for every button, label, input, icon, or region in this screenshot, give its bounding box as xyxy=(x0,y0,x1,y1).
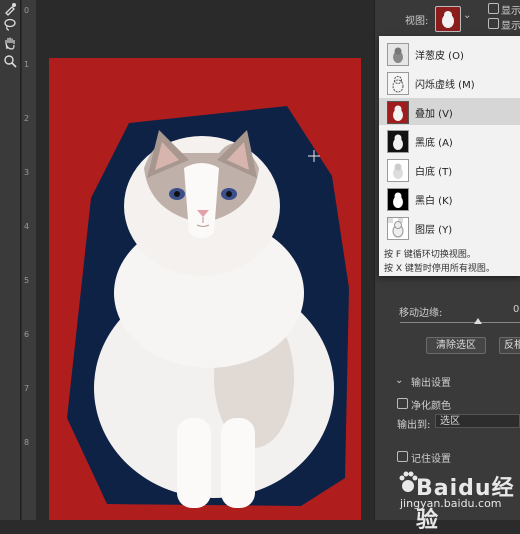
ruler-mark: 4 xyxy=(24,222,30,231)
output-to-label: 输出到: xyxy=(397,420,431,431)
chevron-down-icon[interactable]: ⌄ xyxy=(395,375,403,386)
remember-settings-checkbox[interactable] xyxy=(397,451,408,462)
output-settings-title: 输出设置 xyxy=(411,378,451,389)
show-original-label: 显示 xyxy=(501,21,520,32)
on-black-thumbnail-icon xyxy=(387,130,409,153)
ruler-mark: 2 xyxy=(24,114,30,123)
zoom-icon[interactable] xyxy=(2,54,18,68)
shift-edge-value[interactable]: 0 xyxy=(513,304,519,315)
output-to-select[interactable]: 选区 xyxy=(435,414,520,428)
ruler-mark: 1 xyxy=(24,60,30,69)
view-menu-item-label: 图层 (Y) xyxy=(415,225,453,236)
layer-thumbnail-icon xyxy=(387,217,409,240)
tools-panel xyxy=(0,0,21,520)
view-menu-item[interactable]: 洋葱皮 (O) xyxy=(379,40,520,67)
view-menu-item[interactable]: 图层 (Y) xyxy=(379,214,520,241)
remember-settings-label: 记住设置 xyxy=(411,454,451,465)
watermark-url: jingyan.baidu.com xyxy=(400,497,502,510)
document-canvas[interactable] xyxy=(49,58,361,520)
hand-icon[interactable] xyxy=(2,36,18,50)
view-menu-item-active[interactable]: 叠加 (V) xyxy=(379,98,520,125)
view-menu-item-label: 白底 (T) xyxy=(415,167,453,178)
view-menu-item-label: 叠加 (V) xyxy=(415,109,453,120)
on-white-thumbnail-icon xyxy=(387,159,409,182)
view-menu-item[interactable]: 黑白 (K) xyxy=(379,185,520,212)
decontaminate-checkbox[interactable] xyxy=(397,398,408,409)
ruler-mark: 7 xyxy=(24,384,30,393)
shift-edge-slider[interactable] xyxy=(400,322,520,323)
view-menu-item-label: 黑底 (A) xyxy=(415,138,453,149)
lasso-icon[interactable] xyxy=(2,18,18,32)
view-menu-item[interactable]: 黑底 (A) xyxy=(379,127,520,154)
ruler-mark: 5 xyxy=(24,276,30,285)
view-row: 视图: ⌄ 显示 显示 xyxy=(375,0,520,34)
chevron-down-icon[interactable]: ⌄ xyxy=(463,10,471,21)
view-menu-item[interactable]: 闪烁虚线 (M) xyxy=(379,69,520,96)
view-mode-selector[interactable] xyxy=(435,6,461,32)
overlay-thumbnail-icon xyxy=(442,11,454,28)
canvas-area[interactable] xyxy=(37,0,373,520)
crosshair-cursor-icon xyxy=(308,150,320,162)
view-label: 视图: xyxy=(405,16,429,27)
clear-selection-button[interactable]: 清除选区 xyxy=(426,337,486,354)
show-edge-checkbox[interactable] xyxy=(488,3,499,14)
view-menu-item[interactable]: 白底 (T) xyxy=(379,156,520,183)
baidu-paw-icon xyxy=(399,471,418,492)
onion-skin-thumbnail-icon xyxy=(387,43,409,66)
eyedropper-icon[interactable] xyxy=(2,2,18,16)
ruler-mark: 0 xyxy=(24,6,30,15)
view-menu-item-label: 洋葱皮 (O) xyxy=(415,51,464,62)
overlay-thumbnail-icon xyxy=(387,101,409,124)
decontaminate-label: 净化颜色 xyxy=(411,401,451,412)
black-white-thumbnail-icon xyxy=(387,188,409,211)
shift-edge-label: 移动边缘: xyxy=(399,308,443,319)
show-edge-label: 显示 xyxy=(501,6,520,17)
view-menu-hint: 按 F 键循环切换视图。 xyxy=(384,250,476,260)
vertical-ruler: 0 1 2 3 4 5 6 7 8 xyxy=(22,0,37,520)
view-menu-item-label: 闪烁虚线 (M) xyxy=(415,80,475,91)
view-menu-item-label: 黑白 (K) xyxy=(415,196,453,207)
baidu-jingyan-watermark: Baidu经验 jingyan.baidu.com xyxy=(398,466,520,533)
view-mode-menu: 洋葱皮 (O) 闪烁虚线 (M) 叠加 (V) 黑底 (A) 白底 (T) 黑白… xyxy=(379,36,520,276)
ruler-mark: 3 xyxy=(24,168,30,177)
invert-button[interactable]: 反相 xyxy=(499,337,520,354)
shift-edge-slider-handle[interactable] xyxy=(474,318,482,324)
ruler-mark: 8 xyxy=(24,438,30,447)
view-menu-hint: 按 X 键暂时停用所有视图。 xyxy=(384,264,495,274)
marching-ants-thumbnail-icon xyxy=(387,72,409,95)
show-original-checkbox[interactable] xyxy=(488,18,499,29)
cat-image xyxy=(67,106,349,508)
ruler-mark: 6 xyxy=(24,330,30,339)
